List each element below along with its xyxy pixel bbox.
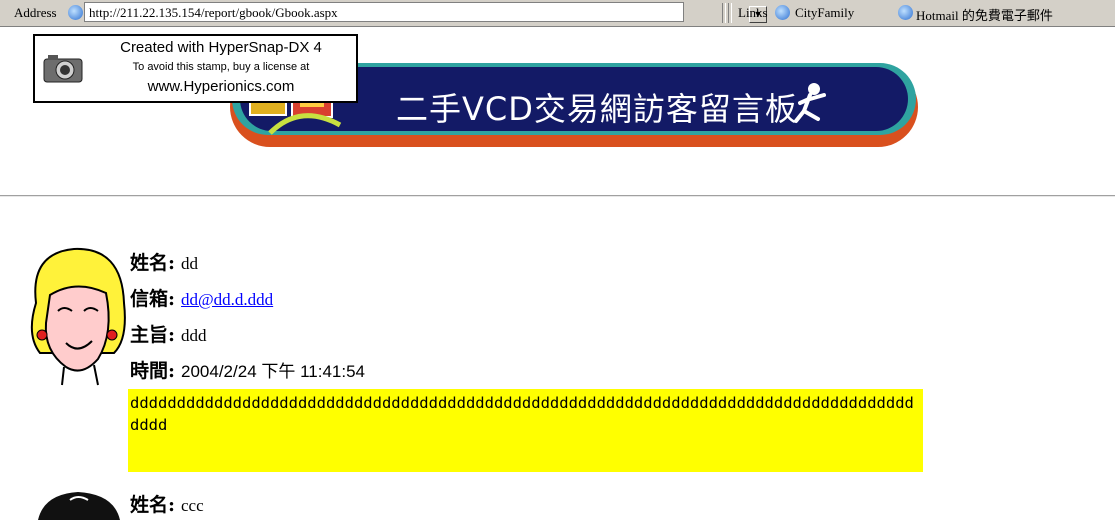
ie-page-icon <box>775 5 790 20</box>
toolbar-separator <box>722 3 726 23</box>
entry-name: 姓名: dd <box>130 248 198 275</box>
subject-label: 主旨: <box>130 324 176 346</box>
links-label: Links <box>738 5 768 20</box>
stamp-line-2: To avoid this stamp, buy a license at <box>132 61 310 73</box>
ie-page-icon <box>68 5 83 20</box>
entry-subject: 主旨: ddd <box>130 320 207 347</box>
time-label: 時間: <box>130 360 176 382</box>
banner-title: 二手VCD交易網訪客留言板 <box>396 90 798 128</box>
name-value: dd <box>181 254 199 273</box>
entry-email: 信箱: dd@dd.d.ddd <box>130 284 273 311</box>
blonde-woman-avatar <box>30 247 126 386</box>
name-label: 姓名: <box>130 252 176 274</box>
camera-icon <box>43 55 83 83</box>
message-body: dddddddddddddddddddddddddddddddddddddddd… <box>128 389 923 472</box>
name-value: ccc <box>181 496 204 515</box>
address-bar: Address http://211.22.135.154/report/gbo… <box>0 0 1115 27</box>
address-input[interactable]: http://211.22.135.154/report/gbook/Gbook… <box>84 2 767 23</box>
ie-page-icon <box>898 5 913 20</box>
address-label: Address <box>14 5 57 20</box>
email-label: 信箱: <box>130 288 176 310</box>
address-url[interactable]: http://211.22.135.154/report/gbook/Gbook… <box>89 5 338 21</box>
time-value: 2004/2/24 下午 11:41:54 <box>181 362 366 381</box>
toolbar-separator <box>728 3 732 23</box>
stamp-line-1: Created with HyperSnap-DX 4 <box>120 39 322 56</box>
email-link[interactable]: dd@dd.d.ddd <box>181 290 273 309</box>
subject-value: ddd <box>181 326 207 345</box>
divider <box>0 195 1115 197</box>
dark-hair-avatar <box>38 492 120 520</box>
entry-time: 時間: 2004/2/24 下午 11:41:54 <box>130 356 365 383</box>
link-cityfamily[interactable]: CityFamily <box>795 5 854 21</box>
hypersnap-stamp: Created with HyperSnap-DX 4 To avoid thi… <box>33 34 358 103</box>
stamp-line-3: www.Hyperionics.com <box>147 78 295 95</box>
link-hotmail[interactable]: Hotmail 的免費電子郵件 <box>916 5 1053 24</box>
